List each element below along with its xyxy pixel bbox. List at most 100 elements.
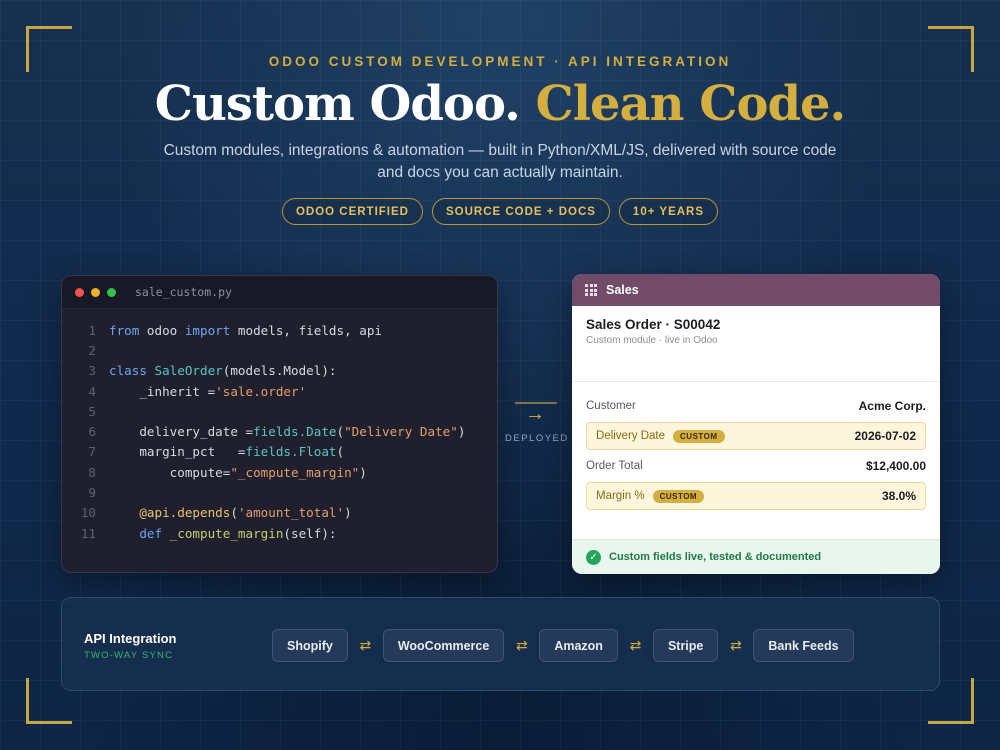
odoo-sales-order-card: Sales Sales Order · S00042 Custom module…	[572, 274, 940, 574]
code-token: delivery_date =	[139, 424, 254, 440]
api-subtitle: TWO-WAY SYNC	[84, 650, 174, 661]
field-label: Delivery Date	[596, 430, 666, 442]
status-banner: ✓ Custom fields live, tested & documente…	[572, 539, 940, 574]
integration-chip-stripe[interactable]: Stripe	[652, 629, 719, 662]
code-line: 8 compute= "_compute_margin")	[62, 462, 497, 482]
field-row-order-total: Order Total $12,400.00	[586, 452, 926, 480]
pill-source-code: SOURCE CODE + DOCS	[431, 198, 610, 225]
code-block: 1 from odoo import models, fields, api 2 …	[62, 309, 497, 543]
code-token: odoo	[139, 322, 185, 338]
apps-grid-icon[interactable]	[585, 284, 597, 296]
sync-arrows-icon: ⇄	[629, 637, 642, 653]
feature-pills: ODOO CERTIFIED SOURCE CODE + DOCS 10+ YE…	[0, 198, 1000, 225]
field-value[interactable]: 2026-07-02	[855, 429, 916, 443]
odoo-app-bar: Sales	[572, 274, 940, 306]
field-label: Customer	[586, 400, 636, 412]
code-token: (	[336, 424, 345, 440]
subtitle: Custom modules, integrations & automatio…	[163, 142, 837, 181]
status-text: Custom fields live, tested & documented	[609, 551, 822, 563]
code-token: (	[230, 505, 238, 521]
code-token: compute=	[169, 464, 231, 480]
code-token: 'amount_total'	[237, 505, 345, 521]
integration-chip-bank-feeds[interactable]: Bank Feeds	[753, 629, 854, 662]
line-number: 7	[88, 444, 96, 460]
code-token: from	[109, 322, 140, 338]
pill-certified: ODOO CERTIFIED	[281, 198, 423, 225]
field-value[interactable]: Acme Corp.	[859, 399, 926, 413]
sync-arrows-icon: ⇄	[515, 637, 528, 653]
code-line: 1 from odoo import models, fields, api	[62, 320, 497, 340]
code-token: )	[457, 424, 466, 440]
integration-chip-woocommerce[interactable]: WooCommerce	[382, 629, 505, 662]
custom-badge: CUSTOM	[673, 429, 725, 443]
line-number: 9	[88, 485, 96, 501]
code-token: @api.depends	[139, 505, 231, 521]
code-token: "_compute_margin"	[230, 464, 360, 480]
order-fields: Customer Acme Corp. Delivery Date CUSTOM …	[572, 382, 940, 510]
api-title: API Integration	[84, 631, 177, 646]
code-token: 'sale.order'	[215, 383, 307, 399]
sync-arrows-icon: ⇄	[359, 637, 372, 653]
pill-years: 10+ YEARS	[618, 198, 719, 225]
eyebrow-text: ODOO CUSTOM DEVELOPMENT · API INTEGRATIO…	[268, 54, 732, 69]
api-integration-panel: API Integration TWO-WAY SYNC Shopify ⇄ W…	[61, 597, 940, 691]
code-token: class	[109, 363, 147, 379]
field-value: 38.0%	[881, 489, 916, 503]
line-number: 4	[88, 383, 96, 399]
order-title: Sales Order · S00042	[586, 317, 721, 332]
sync-arrows-icon: ⇄	[730, 637, 742, 653]
deploy-label: DEPLOYED	[505, 433, 569, 444]
line-number: 5	[88, 403, 96, 419]
code-line: 5	[62, 401, 497, 421]
headline-accent: Clean Code.	[535, 76, 847, 132]
code-line: 6 delivery_date = fields.Date("Delivery D…	[62, 421, 497, 441]
integration-chip-shopify[interactable]: Shopify	[272, 629, 348, 662]
code-line: 3 class SaleOrder (models.Model):	[62, 361, 497, 381]
code-token: (models.Model):	[222, 363, 337, 379]
code-token: margin_pct =	[139, 444, 246, 460]
arrow-right-icon: →	[525, 403, 545, 425]
integration-chip-amazon[interactable]: Amazon	[539, 629, 618, 662]
code-token: "Delivery Date"	[344, 424, 458, 440]
page-title: Custom Odoo. Clean Code.	[0, 76, 1000, 132]
code-token: (self):	[283, 525, 337, 541]
integration-chain: Shopify ⇄ WooCommerce ⇄ Amazon ⇄ Stripe …	[272, 629, 854, 662]
order-header: Sales Order · S00042 Custom module · liv…	[572, 306, 940, 382]
code-line: 7 margin_pct = fields.Float(	[62, 442, 497, 462]
line-number: 11	[80, 525, 96, 541]
code-token: _inherit =	[139, 383, 216, 399]
line-number: 10	[80, 505, 96, 521]
code-line: 9	[62, 482, 497, 502]
field-label: Order Total	[586, 460, 643, 472]
field-label-group: Delivery Date CUSTOM	[596, 429, 725, 443]
deploy-indicator: → DEPLOYED	[505, 400, 569, 444]
code-line: 10 @api.depends('amount_total')	[62, 503, 497, 523]
maximize-dot-icon	[107, 287, 116, 297]
line-number: 6	[88, 424, 96, 440]
code-line: 2	[62, 340, 497, 360]
code-line: 4 _inherit ='sale.order'	[62, 381, 497, 401]
field-label: Margin %	[596, 490, 645, 502]
code-token: _compute_margin	[162, 525, 284, 541]
line-number: 2	[88, 342, 96, 358]
code-token: fields.Float	[245, 444, 337, 460]
headline-main: Custom Odoo.	[154, 76, 521, 132]
code-token: def	[139, 525, 163, 541]
code-token: )	[344, 505, 352, 521]
field-label-group: Margin % CUSTOM	[596, 489, 705, 503]
code-line: 11 def _compute_margin (self):	[62, 523, 497, 543]
line-number: 3	[88, 363, 96, 379]
code-token: fields.Date	[253, 424, 337, 440]
close-dot-icon	[75, 287, 84, 297]
custom-badge: CUSTOM	[652, 489, 705, 503]
minimize-dot-icon	[91, 287, 100, 297]
code-editor-window: sale_custom.py 1 from odoo import models,…	[61, 275, 498, 573]
order-subtitle: Custom module · live in Odoo	[586, 335, 718, 346]
deploy-line	[515, 402, 557, 404]
field-value: $12,400.00	[865, 459, 926, 473]
code-token: SaleOrder	[154, 363, 223, 379]
line-number: 1	[88, 322, 96, 338]
field-row-delivery-date: Delivery Date CUSTOM 2026-07-02	[586, 422, 926, 450]
field-row-margin: Margin % CUSTOM 38.0%	[586, 482, 926, 510]
check-circle-icon: ✓	[586, 549, 601, 565]
